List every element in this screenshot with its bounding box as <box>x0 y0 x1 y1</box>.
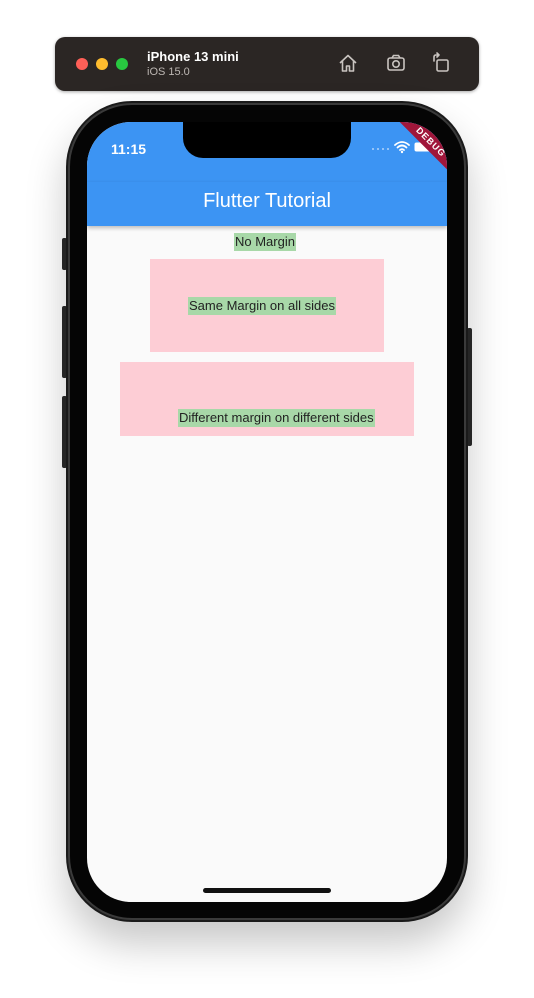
zoom-window-button[interactable] <box>116 58 128 70</box>
notch <box>183 122 351 158</box>
rotate-icon[interactable] <box>430 52 452 74</box>
cellular-icon <box>372 148 394 151</box>
phone-screen: 11:15 DEBUG Flutter Tutorial No Margin S… <box>87 122 447 902</box>
wifi-icon <box>394 141 410 154</box>
close-window-button[interactable] <box>76 58 88 70</box>
app-bar: Flutter Tutorial <box>87 182 447 226</box>
same-margin-label: Same Margin on all sides <box>188 297 336 315</box>
no-margin-label: No Margin <box>234 233 296 251</box>
page-title: Flutter Tutorial <box>203 190 331 212</box>
different-margin-label: Different margin on different sides <box>178 409 375 427</box>
simulator-title-bar: iPhone 13 mini iOS 15.0 <box>55 37 479 91</box>
home-indicator[interactable] <box>203 888 331 893</box>
home-icon[interactable] <box>337 52 359 74</box>
screenshot-icon[interactable] <box>385 52 407 74</box>
minimize-window-button[interactable] <box>96 58 108 70</box>
os-version: iOS 15.0 <box>147 66 190 78</box>
device-name: iPhone 13 mini <box>147 49 239 64</box>
status-time: 11:15 <box>111 141 147 157</box>
page-content: No Margin Same Margin on all sides Diffe… <box>87 226 447 902</box>
